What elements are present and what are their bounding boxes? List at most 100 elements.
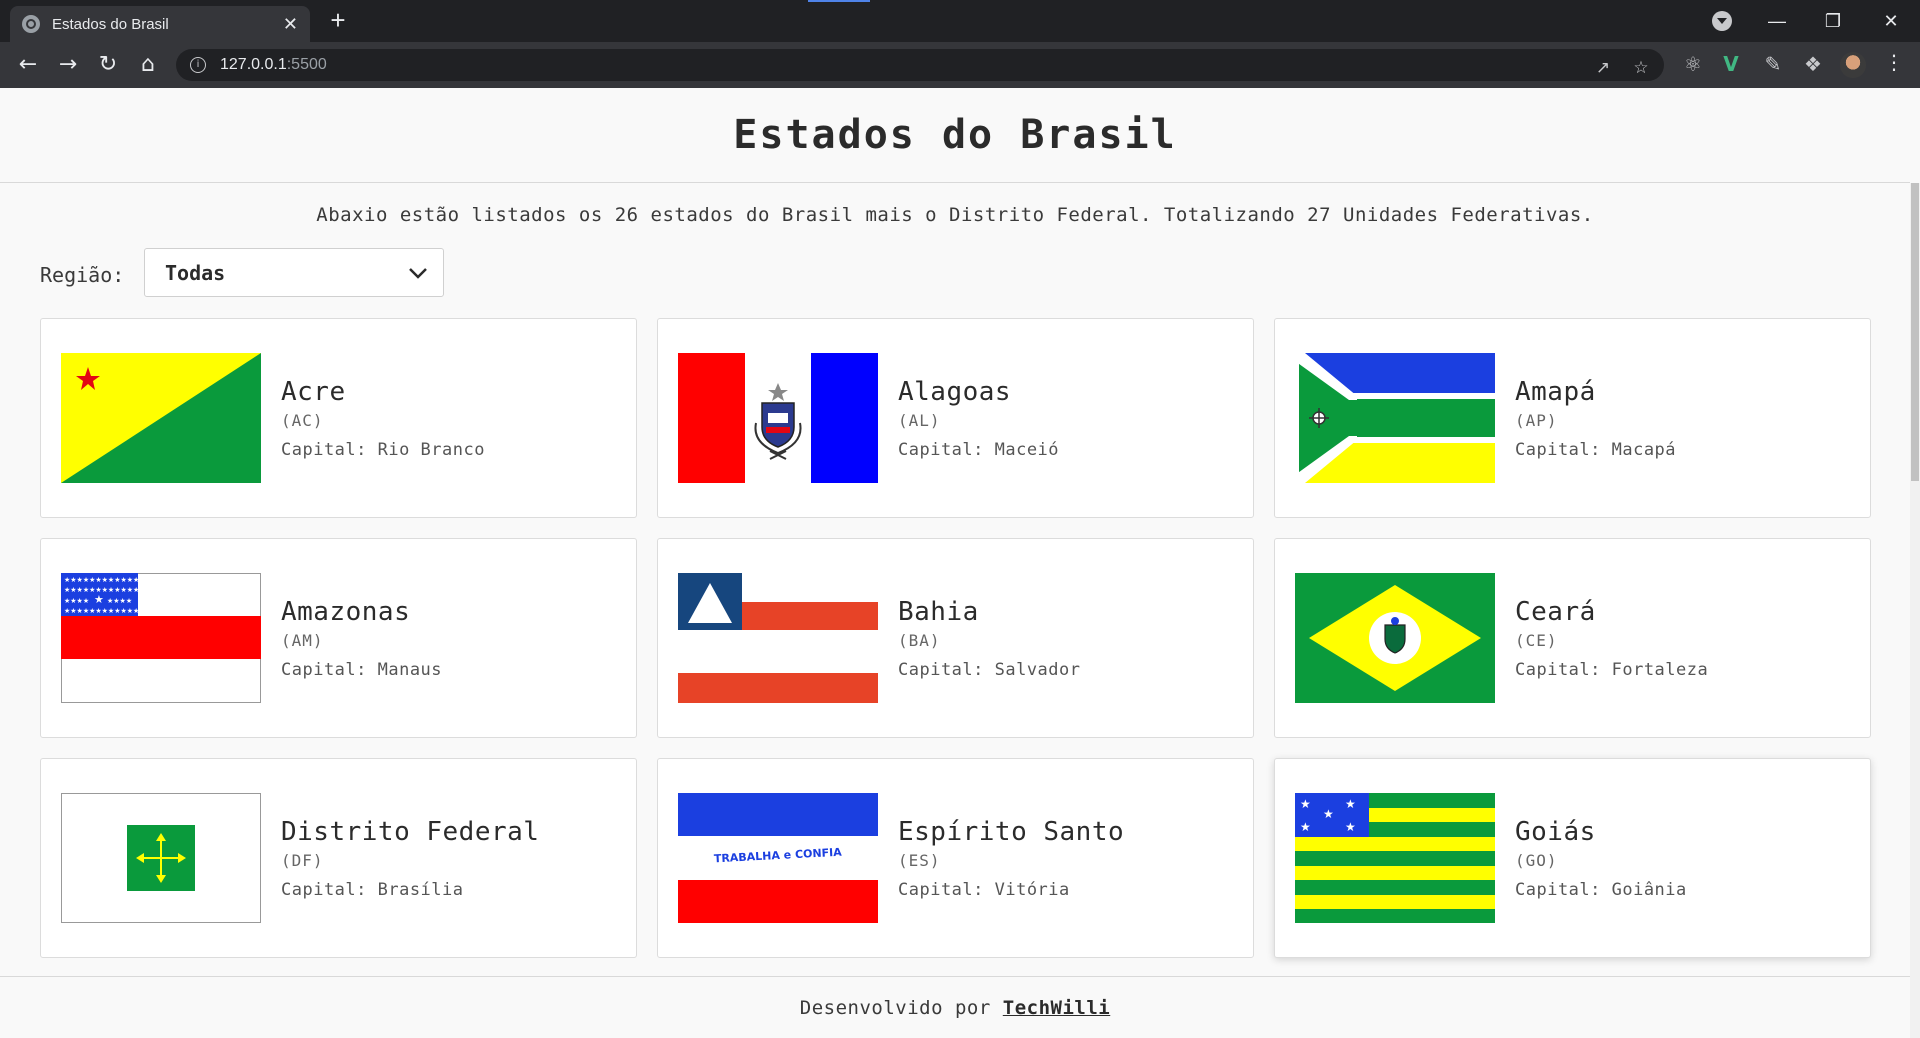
- info-icon[interactable]: i: [190, 57, 206, 73]
- new-tab-button[interactable]: +: [324, 6, 352, 34]
- svg-text:★★★★: ★★★★: [107, 597, 132, 605]
- region-select[interactable]: Todas: [144, 248, 444, 297]
- url-port: :5500: [286, 56, 327, 73]
- globe-icon: [22, 15, 40, 33]
- svg-text:★: ★: [1323, 807, 1334, 821]
- state-card-amazonas[interactable]: ★★★★★★★★★★★★ ★★★★★★★★★★★★ ★★★★ ★ ★★★★ ★★★★…: [40, 538, 637, 738]
- state-card-goias[interactable]: ★ ★ ★ ★ ★ Goiás (GO) Capital: Goiânia: [1274, 758, 1871, 958]
- state-name: Ceará: [1515, 597, 1596, 627]
- svg-text:★: ★: [1300, 820, 1311, 834]
- state-capital: Capital: Salvador: [898, 660, 1081, 680]
- state-name: Bahia: [898, 597, 979, 627]
- state-name: Amazonas: [281, 597, 411, 627]
- state-abbr: (AL): [898, 411, 941, 430]
- url-host: 127.0.0.1: [220, 56, 287, 73]
- state-name: Distrito Federal: [281, 817, 540, 847]
- state-card-acre[interactable]: Acre (AC) Capital: Rio Branco: [40, 318, 637, 518]
- region-selected-value: Todas: [165, 260, 226, 285]
- footer-text: Desenvolvido por: [799, 996, 991, 1019]
- tab-search-icon[interactable]: [1712, 11, 1732, 31]
- page-viewport: Estados do Brasil Abaxio estão listados …: [0, 88, 1920, 1038]
- state-info: Espírito Santo (ES) Capital: Vitória: [898, 817, 1124, 900]
- state-abbr: (GO): [1515, 851, 1558, 870]
- browser-tab[interactable]: Estados do Brasil ✕: [10, 6, 310, 42]
- state-info: Amapá (AP) Capital: Macapá: [1515, 377, 1676, 460]
- vue-devtools-icon[interactable]: V: [1718, 51, 1744, 77]
- bookmark-star-icon[interactable]: ☆: [1630, 57, 1652, 79]
- goias-flag: ★ ★ ★ ★ ★: [1295, 793, 1495, 923]
- espirito-santo-flag: TRABALHA e CONFIA: [678, 793, 878, 923]
- page-title: Estados do Brasil: [733, 112, 1177, 158]
- state-abbr: (BA): [898, 631, 941, 650]
- state-capital: Capital: Brasília: [281, 880, 464, 900]
- amazonas-flag: ★★★★★★★★★★★★ ★★★★★★★★★★★★ ★★★★ ★ ★★★★ ★★★★…: [61, 573, 261, 703]
- extension-pen-icon[interactable]: ✎: [1760, 51, 1786, 77]
- svg-text:★: ★: [1345, 820, 1356, 834]
- acre-flag: [61, 353, 261, 483]
- back-icon[interactable]: ←: [14, 51, 42, 79]
- state-name: Alagoas: [898, 377, 1012, 407]
- page-header: Estados do Brasil: [0, 88, 1910, 183]
- state-name: Amapá: [1515, 377, 1596, 407]
- forward-icon[interactable]: →: [54, 51, 82, 79]
- state-info: Distrito Federal (DF) Capital: Brasília: [281, 817, 539, 900]
- state-name: Acre: [281, 377, 346, 407]
- svg-text:★: ★: [94, 593, 104, 606]
- alagoas-flag: [678, 353, 878, 483]
- state-info: Amazonas (AM) Capital: Manaus: [281, 597, 442, 680]
- svg-text:★: ★: [1300, 797, 1311, 811]
- state-info: Goiás (GO) Capital: Goiânia: [1515, 817, 1687, 900]
- bahia-flag: [678, 573, 878, 703]
- profile-avatar[interactable]: [1840, 52, 1866, 78]
- state-card-espirito-santo[interactable]: TRABALHA e CONFIA Espírito Santo (ES) Ca…: [657, 758, 1254, 958]
- page-footer: Desenvolvido por TechWilli: [0, 976, 1910, 1038]
- restore-icon[interactable]: ❐: [1818, 6, 1848, 36]
- state-info: Acre (AC) Capital: Rio Branco: [281, 377, 485, 460]
- ceara-flag: [1295, 573, 1495, 703]
- reload-icon[interactable]: ↻: [94, 51, 122, 79]
- state-card-distrito-federal[interactable]: Distrito Federal (DF) Capital: Brasília: [40, 758, 637, 958]
- state-capital: Capital: Manaus: [281, 660, 443, 680]
- tab-title: Estados do Brasil: [52, 15, 169, 33]
- state-info: Alagoas (AL) Capital: Maceió: [898, 377, 1059, 460]
- state-abbr: (AP): [1515, 411, 1558, 430]
- distrito-federal-flag: [61, 793, 261, 923]
- address-bar[interactable]: i 127.0.0.1:5500 ↗ ☆: [176, 49, 1664, 81]
- state-abbr: (AC): [281, 411, 324, 430]
- svg-text:★★★★★★★★★★★★: ★★★★★★★★★★★★: [64, 576, 139, 584]
- state-capital: Capital: Maceió: [898, 440, 1060, 460]
- state-abbr: (CE): [1515, 631, 1558, 650]
- state-card-alagoas[interactable]: Alagoas (AL) Capital: Maceió: [657, 318, 1254, 518]
- share-icon[interactable]: ↗: [1592, 57, 1614, 79]
- state-name: Goiás: [1515, 817, 1596, 847]
- page-description: Abaxio estão listados os 26 estados do B…: [316, 204, 1594, 226]
- scrollbar-thumb[interactable]: [1911, 183, 1919, 481]
- browser-tab-strip: Estados do Brasil ✕ + — ❐ ✕: [0, 0, 1920, 42]
- svg-text:★★★★: ★★★★: [64, 597, 89, 605]
- minimize-icon[interactable]: —: [1762, 6, 1792, 36]
- state-name: Espírito Santo: [898, 817, 1125, 847]
- region-label: Região:: [40, 263, 125, 287]
- state-card-ceara[interactable]: Ceará (CE) Capital: Fortaleza: [1274, 538, 1871, 738]
- state-abbr: (AM): [281, 631, 324, 650]
- state-capital: Capital: Macapá: [1515, 440, 1677, 460]
- tab-strip-indicator: [808, 0, 870, 2]
- state-capital: Capital: Rio Branco: [281, 440, 485, 460]
- browser-menu-icon[interactable]: ⋮: [1884, 50, 1904, 74]
- state-capital: Capital: Vitória: [898, 880, 1070, 900]
- state-capital: Capital: Fortaleza: [1515, 660, 1709, 680]
- react-devtools-icon[interactable]: ⚛: [1680, 51, 1706, 77]
- footer-author-link[interactable]: TechWilli: [1003, 997, 1110, 1019]
- state-capital: Capital: Goiânia: [1515, 880, 1687, 900]
- state-card-amapa[interactable]: Amapá (AP) Capital: Macapá: [1274, 318, 1871, 518]
- close-tab-icon[interactable]: ✕: [283, 14, 298, 35]
- home-icon[interactable]: ⌂: [134, 51, 162, 79]
- state-abbr: (DF): [281, 851, 324, 870]
- state-abbr: (ES): [898, 851, 941, 870]
- extensions-puzzle-icon[interactable]: ❖: [1800, 51, 1826, 77]
- amapa-flag: [1295, 353, 1495, 483]
- state-card-bahia[interactable]: Bahia (BA) Capital: Salvador: [657, 538, 1254, 738]
- state-info: Bahia (BA) Capital: Salvador: [898, 597, 1081, 680]
- state-info: Ceará (CE) Capital: Fortaleza: [1515, 597, 1708, 680]
- close-window-icon[interactable]: ✕: [1876, 6, 1906, 36]
